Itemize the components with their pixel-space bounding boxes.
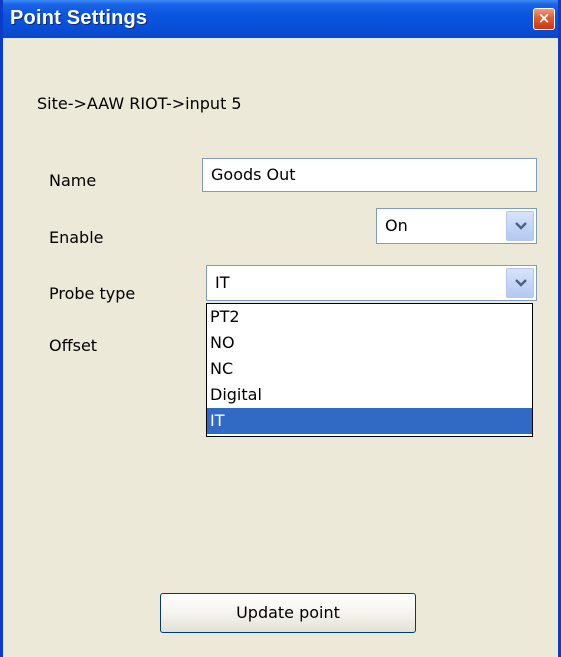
probe-type-select[interactable]: IT: [206, 265, 537, 301]
probe-type-dropdown-button[interactable]: [506, 268, 534, 298]
enable-label: Enable: [49, 228, 104, 247]
enable-value: On: [385, 216, 408, 235]
name-input[interactable]: Goods Out: [202, 158, 537, 192]
chevron-down-icon: [515, 222, 527, 230]
close-icon: ×: [537, 9, 551, 27]
close-button[interactable]: ×: [533, 8, 555, 30]
window-title: Point Settings: [10, 7, 148, 29]
name-label: Name: [49, 171, 97, 190]
probe-type-dropdown-list: PT2 NO NC Digital IT: [206, 303, 533, 437]
probe-type-label: Probe type: [49, 284, 136, 303]
dialog-body: Site->AAW RIOT->input 5 Name Goods Out E…: [3, 38, 558, 657]
enable-select[interactable]: On: [376, 208, 537, 244]
dropdown-option-pt2[interactable]: PT2: [207, 304, 532, 330]
enable-dropdown-button[interactable]: [506, 211, 534, 241]
probe-type-value: IT: [215, 273, 230, 292]
point-settings-window: Point Settings × Site->AAW RIOT->input 5…: [0, 0, 561, 657]
offset-label: Offset: [49, 336, 98, 355]
chevron-down-icon: [515, 279, 527, 287]
dropdown-option-it[interactable]: IT: [207, 408, 532, 434]
update-point-button[interactable]: Update point: [160, 593, 416, 633]
title-bar[interactable]: Point Settings ×: [3, 0, 558, 38]
breadcrumb: Site->AAW RIOT->input 5: [37, 94, 242, 113]
dropdown-option-digital[interactable]: Digital: [207, 382, 532, 408]
dropdown-option-no[interactable]: NO: [207, 330, 532, 356]
dropdown-option-nc[interactable]: NC: [207, 356, 532, 382]
